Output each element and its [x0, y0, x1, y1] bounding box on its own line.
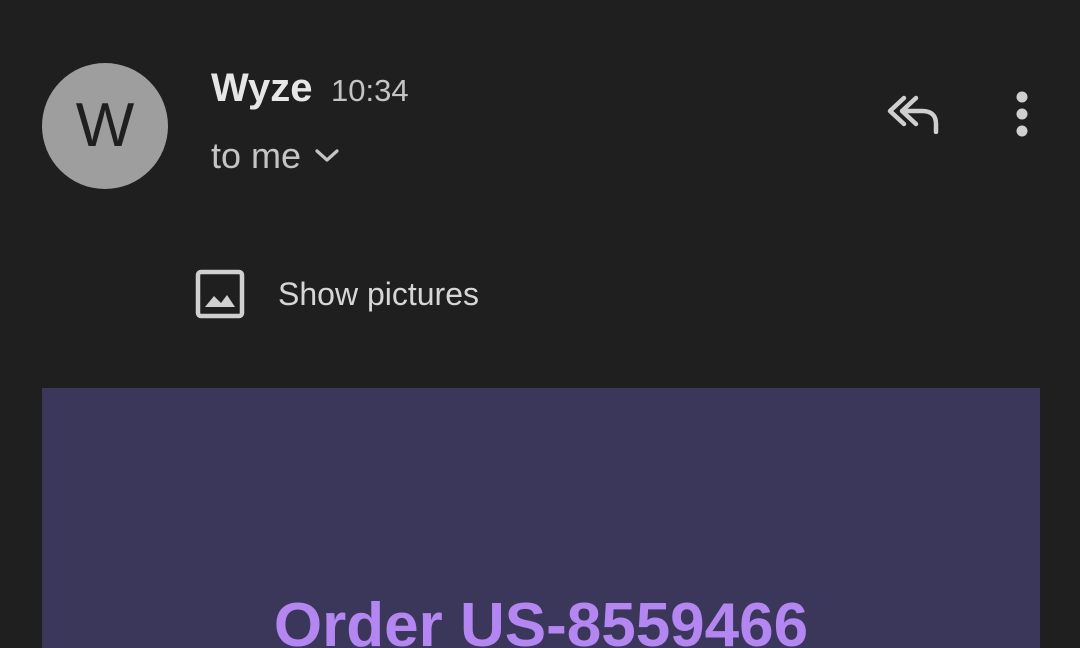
reply-all-button[interactable]: [878, 88, 946, 144]
recipient-details-toggle[interactable]: to me: [211, 132, 341, 180]
more-vert-icon: [1015, 91, 1029, 142]
show-pictures-label: Show pictures: [278, 276, 479, 312]
sender-avatar[interactable]: W: [42, 63, 168, 189]
reply-all-icon: [884, 94, 940, 139]
avatar-letter: W: [75, 91, 135, 160]
more-options-button[interactable]: [1000, 88, 1044, 144]
sender-name[interactable]: Wyze: [211, 64, 313, 112]
order-number-heading: Order US-8559466: [273, 591, 809, 648]
recipient-label: to me: [211, 135, 302, 176]
chevron-down-icon: [313, 142, 341, 170]
show-pictures-button[interactable]: Show pictures: [190, 262, 479, 326]
image-icon: [190, 264, 250, 324]
email-header-banner: Order US-8559466: [42, 388, 1040, 648]
message-time: 10:34: [331, 73, 409, 108]
